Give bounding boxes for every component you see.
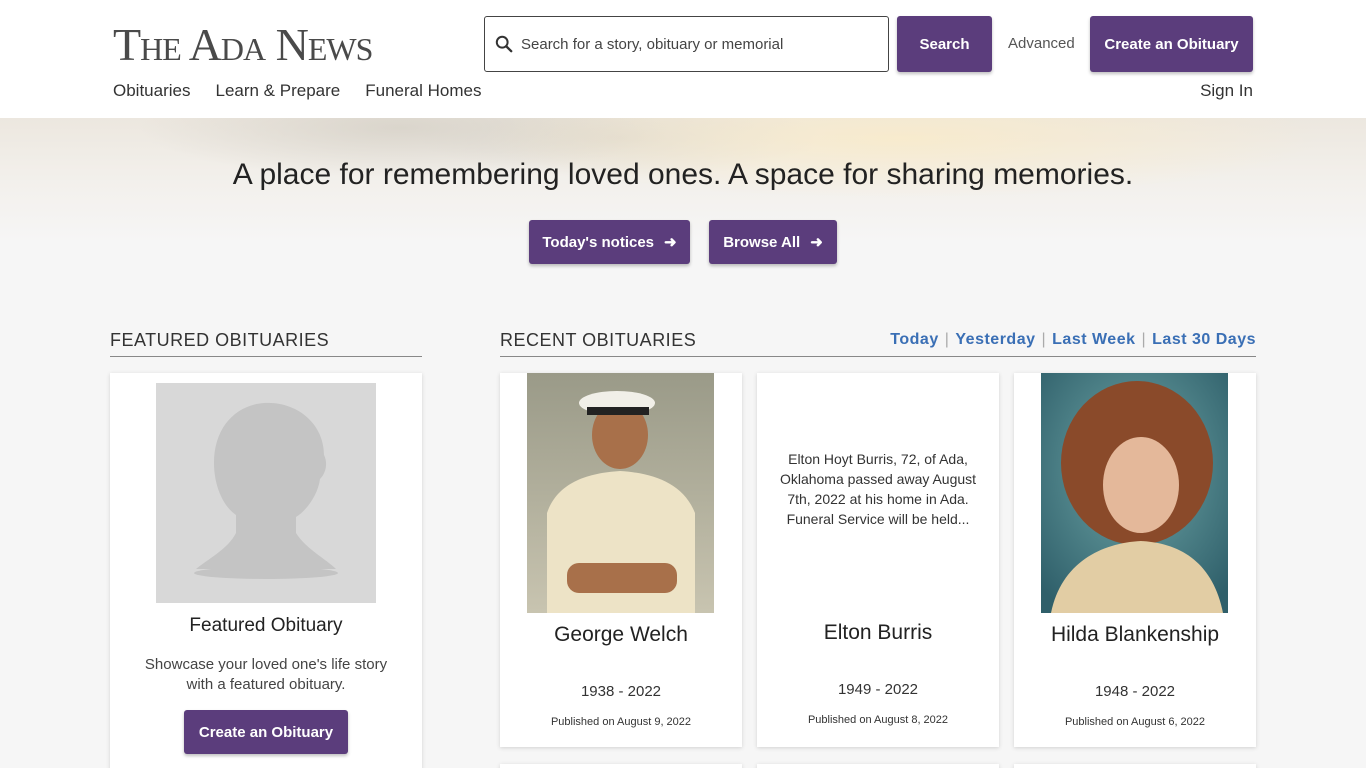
todays-notices-label: Today's notices bbox=[542, 233, 655, 251]
featured-obituary-card: Featured Obituary Showcase your loved on… bbox=[110, 373, 422, 768]
filter-separator: | bbox=[1041, 331, 1047, 348]
obituary-card[interactable]: Hilda Blankenship 1948 - 2022 Published … bbox=[1014, 373, 1256, 747]
nav-item-funeral-homes[interactable]: Funeral Homes bbox=[365, 81, 481, 101]
obituary-name[interactable]: Elton Burris bbox=[757, 621, 999, 645]
hero-tagline: A place for remembering loved ones. A sp… bbox=[232, 158, 1134, 191]
search-icon bbox=[495, 35, 513, 53]
obituary-years: 1938 - 2022 bbox=[580, 683, 662, 700]
filter-today[interactable]: Today bbox=[890, 331, 938, 349]
search-button[interactable]: Search bbox=[897, 16, 992, 72]
obituary-card-next-row bbox=[757, 764, 999, 768]
date-filters: Today | Yesterday | Last Week | Last 30 Day… bbox=[890, 331, 1256, 349]
main-nav: Obituaries Learn & Prepare Funeral Homes bbox=[113, 81, 481, 101]
obituary-published-date: Published on August 8, 2022 bbox=[807, 714, 949, 726]
obituary-photo bbox=[1041, 373, 1228, 613]
obituary-published-date: Published on August 6, 2022 bbox=[1064, 716, 1206, 728]
site-logo[interactable]: The Ada News bbox=[113, 20, 373, 70]
browse-all-button[interactable]: Browse All ➜ bbox=[709, 220, 837, 264]
filter-last-30-days[interactable]: Last 30 Days bbox=[1152, 331, 1256, 349]
recent-section-title: RECENT OBITUARIES bbox=[500, 330, 697, 350]
obituary-published-date: Published on August 9, 2022 bbox=[550, 716, 692, 728]
filter-yesterday[interactable]: Yesterday bbox=[955, 331, 1035, 349]
obituary-years: 1949 - 2022 bbox=[837, 681, 919, 698]
obituary-name[interactable]: Hilda Blankenship bbox=[1014, 623, 1256, 647]
person-silhouette-icon bbox=[156, 383, 376, 603]
advanced-search-link[interactable]: Advanced bbox=[1008, 35, 1075, 52]
filter-last-week[interactable]: Last Week bbox=[1052, 331, 1135, 349]
featured-create-obituary-button[interactable]: Create an Obituary bbox=[184, 710, 348, 754]
obituary-card[interactable]: George Welch 1938 - 2022 Published on Au… bbox=[500, 373, 742, 747]
browse-all-label: Browse All bbox=[723, 233, 801, 251]
recent-divider bbox=[500, 356, 1256, 357]
obituary-card-next-row bbox=[1014, 764, 1256, 768]
obituary-photo bbox=[527, 373, 714, 613]
featured-section-title: FEATURED OBITUARIES bbox=[110, 330, 330, 350]
site-header: The Ada News Search Advanced Create an O… bbox=[0, 0, 1366, 118]
featured-card-title: Featured Obituary bbox=[189, 615, 343, 636]
obituary-name[interactable]: George Welch bbox=[500, 623, 742, 647]
hero-banner bbox=[0, 118, 1366, 298]
arrow-right-icon: ➜ bbox=[810, 234, 823, 251]
obituary-card-next-row bbox=[500, 764, 742, 768]
featured-divider bbox=[110, 356, 422, 357]
filter-separator: | bbox=[1141, 331, 1147, 348]
search-input[interactable] bbox=[521, 35, 861, 53]
arrow-right-icon: ➜ bbox=[664, 234, 677, 251]
obituary-card[interactable]: Elton Hoyt Burris, 72, of Ada, Oklahoma … bbox=[757, 373, 999, 747]
filter-separator: | bbox=[944, 331, 950, 348]
nav-item-learn-prepare[interactable]: Learn & Prepare bbox=[215, 81, 340, 101]
nav-item-obituaries[interactable]: Obituaries bbox=[113, 81, 190, 101]
todays-notices-button[interactable]: Today's notices ➜ bbox=[529, 220, 690, 264]
featured-card-description: Showcase your loved one's life story wit… bbox=[144, 656, 388, 693]
sign-in-link[interactable]: Sign In bbox=[1200, 81, 1253, 101]
create-obituary-button[interactable]: Create an Obituary bbox=[1090, 16, 1253, 72]
obituary-excerpt: Elton Hoyt Burris, 72, of Ada, Oklahoma … bbox=[779, 451, 977, 527]
obituary-years: 1948 - 2022 bbox=[1094, 683, 1176, 700]
search-box[interactable] bbox=[484, 16, 889, 72]
